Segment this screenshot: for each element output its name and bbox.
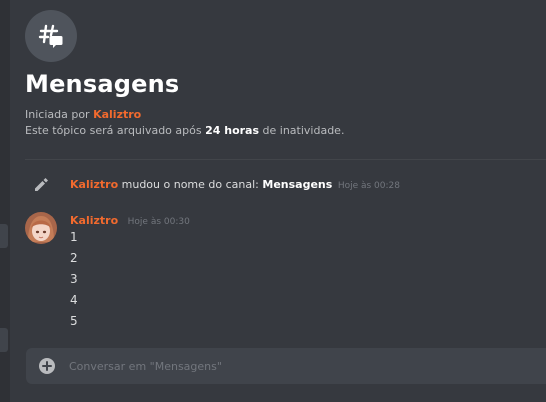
- archive-prefix: Este tópico será arquivado após: [25, 124, 202, 137]
- system-message-text: Kaliztro mudou o nome do canal: Mensagen…: [70, 178, 400, 191]
- thread-view: Mensagens Iniciada por Kaliztro Este tóp…: [0, 0, 546, 402]
- message-author[interactable]: Kaliztro: [70, 214, 118, 227]
- thread-archive-notice: Este tópico será arquivado após 24 horas…: [25, 124, 344, 137]
- message-line: 5: [70, 314, 78, 328]
- message-timestamp: Hoje às 00:30: [127, 217, 190, 227]
- archive-duration: 24 horas: [205, 124, 260, 137]
- system-message-action: mudou o nome do canal:: [121, 178, 259, 191]
- system-message-timestamp: Hoje às 00:28: [337, 181, 400, 191]
- message-line: 4: [70, 293, 78, 307]
- sidebar-edge-item[interactable]: [0, 224, 8, 248]
- started-by-label: Iniciada por: [25, 108, 90, 121]
- system-message-author[interactable]: Kaliztro: [70, 178, 118, 191]
- archive-suffix: de inatividade.: [262, 124, 345, 137]
- channel-name: Mensagens: [262, 178, 333, 191]
- pencil-icon: [35, 178, 48, 191]
- add-attachment-button[interactable]: [39, 358, 55, 374]
- thread-hashtag-icon: [25, 10, 77, 62]
- message-input[interactable]: [69, 356, 539, 376]
- message-composer: [26, 348, 546, 384]
- message-content: 1 2 3 4 5: [70, 230, 78, 335]
- sidebar-edge-item[interactable]: [0, 328, 8, 352]
- message-header: Kaliztro Hoje às 00:30: [70, 214, 190, 227]
- plus-icon: [42, 361, 52, 371]
- starter-username[interactable]: Kaliztro: [93, 108, 141, 121]
- message-line: 3: [70, 272, 78, 286]
- avatar[interactable]: [25, 212, 57, 244]
- message-line: 2: [70, 251, 78, 265]
- thread-started-by: Iniciada por Kaliztro: [25, 108, 141, 121]
- channel-sidebar-edge: [0, 0, 10, 402]
- divider: [25, 159, 546, 160]
- thread-title: Mensagens: [25, 70, 180, 98]
- system-message: Kaliztro mudou o nome do canal: Mensagen…: [25, 176, 546, 196]
- message-line: 1: [70, 230, 78, 244]
